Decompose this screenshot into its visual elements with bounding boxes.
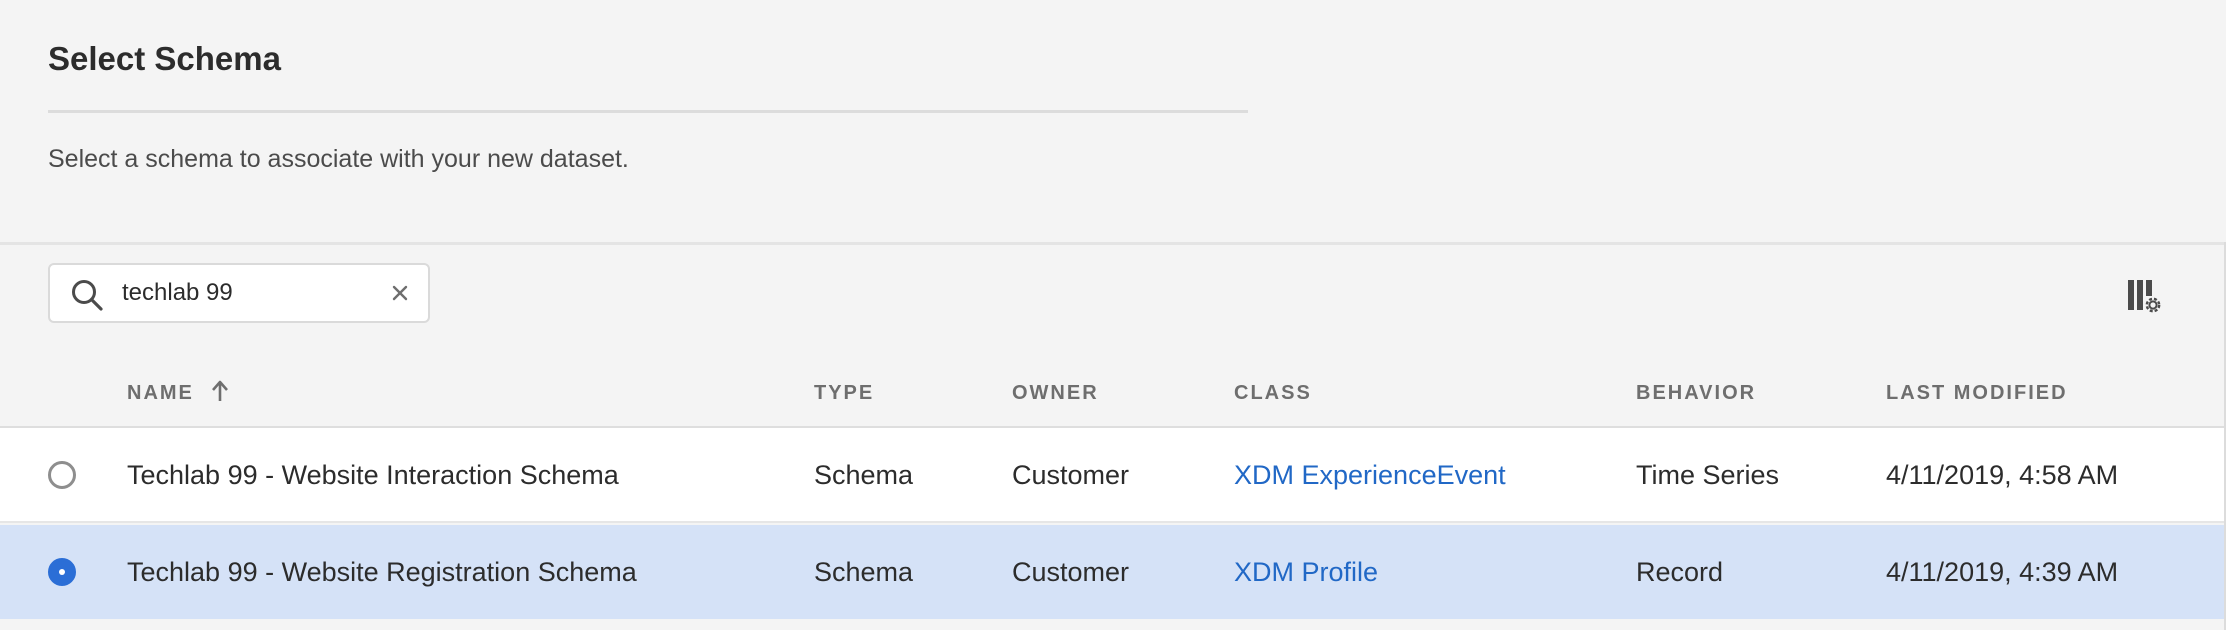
row-radio[interactable] <box>48 461 76 489</box>
arrow-up-icon[interactable] <box>210 379 230 403</box>
column-settings-icon[interactable] <box>2126 277 2164 315</box>
table-row[interactable]: Techlab 99 - Website Interaction Schema … <box>0 428 2226 523</box>
cell-type: Schema <box>814 557 914 587</box>
cell-class-link[interactable]: XDM ExperienceEvent <box>1234 428 1506 523</box>
cell-type: Schema <box>814 460 914 490</box>
search-input[interactable] <box>122 265 362 321</box>
column-header-behavior[interactable]: BEHAVIOR <box>1636 382 1756 405</box>
column-header-owner[interactable]: OWNER <box>1012 382 1099 405</box>
close-icon[interactable] <box>390 283 410 303</box>
cell-last-modified: 4/11/2019, 4:39 AM <box>1886 557 2119 587</box>
column-header-class[interactable]: CLASS <box>1234 382 1312 405</box>
cell-name: Techlab 99 - Website Interaction Schema <box>127 460 619 490</box>
search-box[interactable] <box>48 263 430 323</box>
cell-last-modified: 4/11/2019, 4:58 AM <box>1886 460 2119 490</box>
table-header: NAME TYPE OWNER CLASS BEHAVIOR LAST MODI… <box>0 360 2226 426</box>
cell-name: Techlab 99 - Website Registration Schema <box>127 557 637 587</box>
cell-class-link[interactable]: XDM Profile <box>1234 525 1378 620</box>
cell-owner: Customer <box>1012 557 1130 587</box>
page-subtitle: Select a schema to associate with your n… <box>48 145 629 173</box>
table-row-selected[interactable]: Techlab 99 - Website Registration Schema… <box>0 525 2226 619</box>
cell-behavior: Record <box>1636 557 1724 587</box>
page-title: Select Schema <box>48 40 281 77</box>
row-radio[interactable] <box>48 558 76 586</box>
search-icon <box>72 280 103 311</box>
cell-behavior: Time Series <box>1636 460 1780 490</box>
column-header-name[interactable]: NAME <box>127 382 194 405</box>
dialog-header: Select Schema Select a schema to associa… <box>0 0 2226 242</box>
column-header-type[interactable]: TYPE <box>814 382 874 405</box>
cell-owner: Customer <box>1012 460 1130 490</box>
title-divider <box>48 110 1248 113</box>
section-divider <box>0 242 2226 245</box>
column-header-last-modified[interactable]: LAST MODIFIED <box>1886 382 2068 405</box>
